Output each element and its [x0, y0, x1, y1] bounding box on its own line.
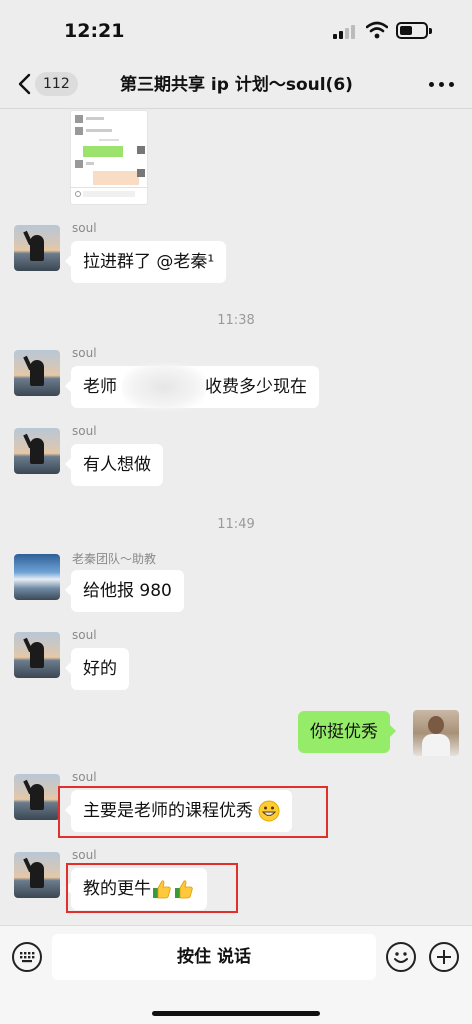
shared-image-thumbnail[interactable] [70, 110, 148, 205]
keyboard-icon[interactable] [12, 942, 42, 972]
highlight-box [66, 863, 238, 913]
chat-title: 第三期共享 ip 计划～soul(6) [120, 75, 353, 95]
avatar-soul[interactable] [14, 350, 60, 396]
avatar-me[interactable] [413, 710, 459, 756]
sender-name: soul [72, 346, 97, 360]
nav-divider [0, 108, 472, 109]
sender-name: soul [72, 221, 97, 235]
avatar-soul[interactable] [14, 428, 60, 474]
avatar-assistant[interactable] [14, 554, 60, 600]
cellular-signal-icon [333, 24, 359, 39]
unread-count-badge[interactable]: 112 [35, 72, 78, 96]
avatar-soul[interactable] [14, 632, 60, 678]
message-text-end: 收费多少现在 [205, 377, 307, 397]
more-options-icon[interactable] [429, 74, 455, 94]
timestamp: 11:38 [217, 313, 255, 328]
hold-to-talk-button[interactable]: 按住 说话 [52, 934, 376, 980]
sender-name: 老秦团队～助教 [72, 552, 157, 566]
status-time: 12:21 [64, 20, 125, 42]
chat-input-bar: 按住 说话 [0, 925, 472, 1024]
sender-name: soul [72, 424, 97, 438]
my-message-bubble[interactable]: 你挺优秀 [298, 711, 396, 753]
battery-icon [396, 22, 432, 39]
emoji-icon[interactable] [386, 942, 416, 972]
status-bar: 12:21 [0, 0, 472, 62]
sender-name: soul [72, 770, 97, 784]
add-attachment-icon[interactable] [429, 942, 459, 972]
wifi-icon [366, 21, 388, 39]
redaction-blur [122, 363, 206, 411]
avatar-soul[interactable] [14, 225, 60, 271]
message-bubble[interactable]: 拉进群了 @老秦¹ [64, 241, 227, 283]
chat-nav-bar: 112 第三期共享 ip 计划～soul(6) [0, 62, 472, 108]
message-text-start: 老师 [83, 377, 117, 397]
timestamp: 11:49 [217, 517, 255, 532]
highlight-box [58, 786, 328, 838]
avatar-soul[interactable] [14, 774, 60, 820]
sender-name: soul [72, 628, 97, 642]
home-indicator[interactable] [152, 1011, 320, 1016]
message-bubble[interactable]: 给他报 980 [65, 570, 184, 612]
message-bubble[interactable]: 好的 [65, 648, 129, 690]
avatar-soul[interactable] [14, 852, 60, 898]
message-bubble[interactable]: 有人想做 [65, 444, 163, 486]
sender-name: soul [72, 848, 97, 862]
